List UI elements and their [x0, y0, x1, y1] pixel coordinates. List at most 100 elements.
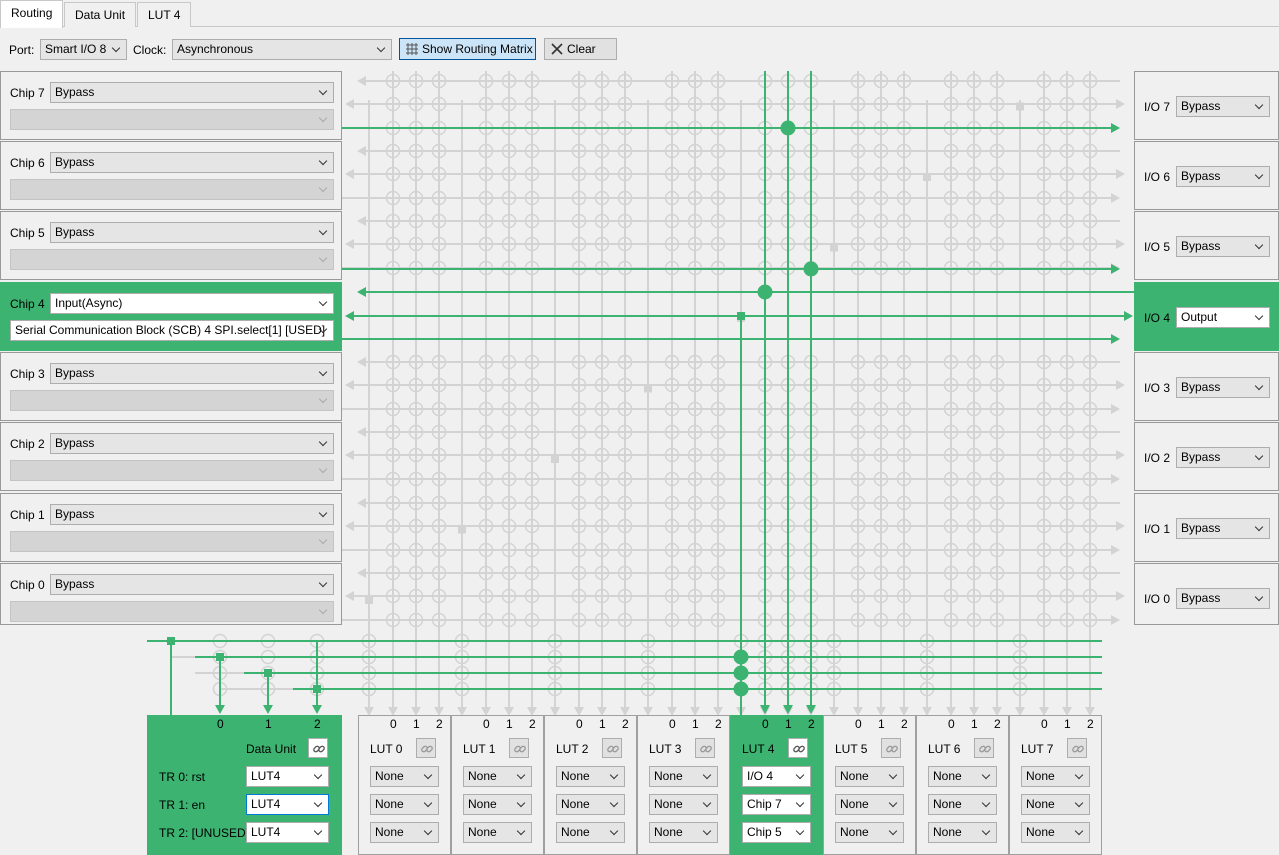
lut-title: LUT 7: [1021, 742, 1054, 756]
io-mode-select[interactable]: Bypass: [1176, 377, 1270, 398]
chip-source-select: [10, 249, 334, 270]
lut-input1-select[interactable]: None: [463, 794, 532, 815]
lut-input1-select[interactable]: None: [556, 794, 625, 815]
lut-input-1: 1: [785, 717, 792, 731]
lut-input2-select[interactable]: None: [835, 822, 904, 843]
chip-mode-select[interactable]: Bypass: [50, 433, 334, 454]
lut-title: LUT 0: [370, 742, 403, 756]
lut-input2-select[interactable]: None: [649, 822, 718, 843]
chip-mode-select[interactable]: Bypass: [50, 82, 334, 103]
junction-square: [365, 596, 373, 604]
lut-input1-select[interactable]: Chip 7: [742, 794, 811, 815]
io-mode-select[interactable]: Bypass: [1176, 166, 1270, 187]
data-unit-panel: 0 1 2 Data Unit TR 0: rst LUT4 TR 1: en …: [147, 715, 342, 855]
lut-input2-select[interactable]: None: [928, 822, 997, 843]
lut-input1-select[interactable]: None: [928, 794, 997, 815]
link-icon: [886, 745, 898, 753]
lut-title: LUT 3: [649, 742, 682, 756]
tr1-select[interactable]: LUT4: [246, 794, 329, 815]
io-label: I/O 5: [1144, 240, 1171, 254]
chip-mode-select[interactable]: Input(Async): [50, 293, 334, 314]
io-label: I/O 2: [1144, 451, 1171, 465]
lut-title: LUT 1: [463, 742, 496, 756]
lut-input-0: 0: [948, 717, 955, 731]
io-label: I/O 0: [1144, 592, 1171, 606]
lut-link-button[interactable]: [1067, 738, 1087, 758]
lut-link-button[interactable]: [416, 738, 436, 758]
arrow-right: [1111, 474, 1120, 484]
lut-input-2: 2: [529, 717, 536, 731]
lut-input1-select[interactable]: None: [1021, 794, 1090, 815]
lut-link-button[interactable]: [695, 738, 715, 758]
lut-input0-select[interactable]: None: [1021, 766, 1090, 787]
io-mode-select[interactable]: Bypass: [1176, 518, 1270, 539]
arrow-right: [1124, 311, 1133, 321]
lut-input0-select[interactable]: None: [835, 766, 904, 787]
tr2-select[interactable]: LUT4: [246, 822, 329, 843]
chip-mode-select[interactable]: Bypass: [50, 152, 334, 173]
lut-input2-select[interactable]: None: [556, 822, 625, 843]
lut-input1-select[interactable]: None: [649, 794, 718, 815]
lut-input2-select[interactable]: None: [1021, 822, 1090, 843]
arrow-right: [1116, 239, 1125, 249]
lut-link-button[interactable]: [788, 738, 808, 758]
chip-panel: Chip 5 Bypass: [0, 211, 342, 280]
chip-source-select: [10, 179, 334, 200]
arrow-right: [1116, 169, 1125, 179]
io-mode-select[interactable]: Output: [1176, 307, 1270, 328]
io-panel: I/O 3 Bypass: [1134, 352, 1279, 421]
lut-input-2: 2: [994, 717, 1001, 731]
chip-mode-select[interactable]: Bypass: [50, 363, 334, 384]
tr0-select[interactable]: LUT4: [246, 766, 329, 787]
link-icon: [514, 745, 526, 753]
chip-label: Chip 3: [10, 367, 45, 381]
io-panel: I/O 6 Bypass: [1134, 141, 1279, 210]
chip-label: Chip 0: [10, 578, 45, 592]
junction-square: [458, 525, 466, 534]
arrow-right: [1116, 450, 1125, 460]
lut-input1-select[interactable]: None: [370, 794, 439, 815]
chip-mode-select[interactable]: Bypass: [50, 222, 334, 243]
junction-square: [830, 243, 838, 252]
lut-input-1: 1: [599, 717, 606, 731]
lut-link-button[interactable]: [509, 738, 529, 758]
lut-input2-select[interactable]: Chip 5: [742, 822, 811, 843]
lut-link-button[interactable]: [602, 738, 622, 758]
io-label: I/O 6: [1144, 170, 1171, 184]
link-icon: [607, 745, 619, 753]
lut-input-0: 0: [1041, 717, 1048, 731]
io-label: I/O 3: [1144, 381, 1171, 395]
io-panel: I/O 2 Bypass: [1134, 422, 1279, 491]
lut-input1-select[interactable]: None: [835, 794, 904, 815]
lut-input-1: 1: [971, 717, 978, 731]
lut-input-2: 2: [715, 717, 722, 731]
arrow-left: [357, 357, 366, 367]
arrow-right: [1116, 380, 1125, 390]
lut-input2-select[interactable]: None: [463, 822, 532, 843]
chip-source-select[interactable]: Serial Communication Block (SCB) 4 SPI.s…: [10, 320, 334, 341]
io-mode-select[interactable]: Bypass: [1176, 236, 1270, 257]
chip-mode-select[interactable]: Bypass: [50, 574, 334, 595]
lut-input0-select[interactable]: I/O 4: [742, 766, 811, 787]
lut-input-2: 2: [901, 717, 908, 731]
data-unit-link-button[interactable]: [308, 738, 328, 758]
lut-link-button[interactable]: [974, 738, 994, 758]
junction-square: [737, 312, 745, 320]
io-mode-select[interactable]: Bypass: [1176, 447, 1270, 468]
arrow-right: [1116, 591, 1125, 601]
lut-input0-select[interactable]: None: [370, 766, 439, 787]
chip-panel: Chip 6 Bypass: [0, 141, 342, 210]
data-unit-input-0: 0: [217, 717, 224, 731]
lut-input0-select[interactable]: None: [463, 766, 532, 787]
lut-input0-select[interactable]: None: [556, 766, 625, 787]
lut-input2-select[interactable]: None: [370, 822, 439, 843]
junction-square: [551, 455, 559, 463]
arrow-left: [357, 216, 366, 226]
lut-link-button[interactable]: [881, 738, 901, 758]
io-mode-select[interactable]: Bypass: [1176, 588, 1270, 609]
io-mode-select[interactable]: Bypass: [1176, 96, 1270, 117]
lut-input0-select[interactable]: None: [928, 766, 997, 787]
chip-mode-select[interactable]: Bypass: [50, 504, 334, 525]
lut-input0-select[interactable]: None: [649, 766, 718, 787]
chip-panel: Chip 1 Bypass: [0, 493, 342, 562]
